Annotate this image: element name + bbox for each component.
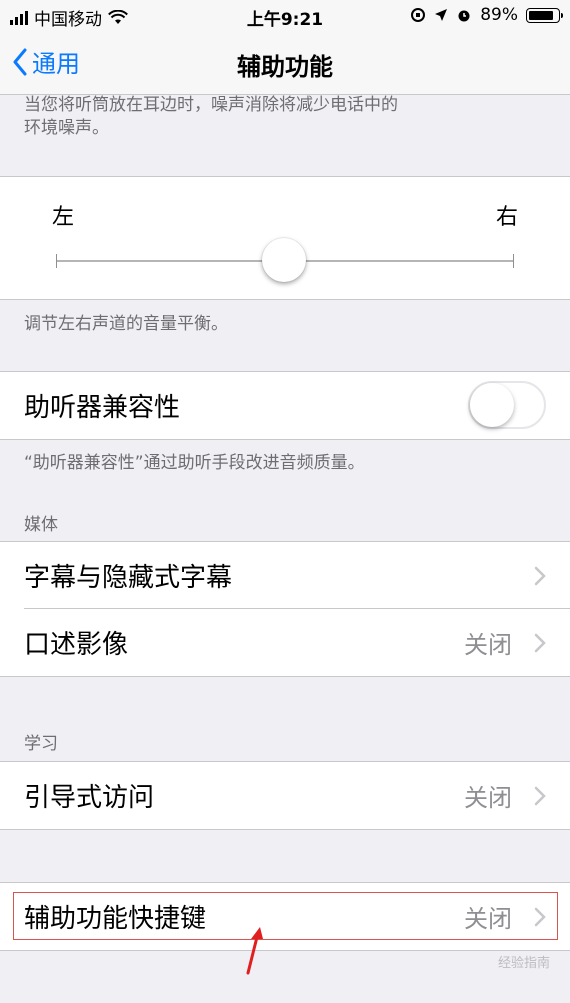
chevron-right-icon xyxy=(534,786,546,806)
battery-icon xyxy=(526,7,563,23)
learning-section-header: 学习 xyxy=(24,734,58,754)
balance-footer: 调节左右声道的音量平衡。 xyxy=(24,314,228,334)
toggle-knob xyxy=(470,383,514,427)
location-icon xyxy=(435,9,448,21)
audio-balance-card: 左 右 xyxy=(0,176,570,300)
noise-footer-line1: 当您将听筒放在耳边时，噪声消除将减少电话中的 xyxy=(24,95,398,115)
watermark: 经验指南 xyxy=(497,956,550,971)
media-section-header: 媒体 xyxy=(24,515,58,535)
accessibility-shortcut-label: 辅助功能快捷键 xyxy=(24,904,207,934)
list-item-subtitles[interactable]: 字幕与隐藏式字幕 xyxy=(0,542,570,609)
hearing-aid-row: 助听器兼容性 xyxy=(0,372,570,439)
balance-right-label: 右 xyxy=(495,205,518,230)
battery-percent: 89% xyxy=(480,5,518,25)
hearing-aid-label: 助听器兼容性 xyxy=(24,393,181,423)
red-arrow-icon xyxy=(246,927,263,975)
hearing-aid-toggle[interactable] xyxy=(468,381,546,429)
chevron-right-icon xyxy=(534,566,546,586)
list-item-accessibility-shortcut[interactable]: 辅助功能快捷键 关闭 xyxy=(0,883,570,950)
audio-descriptions-value: 关闭 xyxy=(464,631,512,659)
audio-descriptions-label: 口述影像 xyxy=(24,630,129,660)
balance-slider-thumb[interactable] xyxy=(262,238,306,282)
balance-left-tick xyxy=(56,254,57,268)
balance-left-label: 左 xyxy=(52,205,75,230)
orientation-lock-icon xyxy=(411,8,426,22)
guided-access-label: 引导式访问 xyxy=(24,783,155,813)
chevron-right-icon xyxy=(534,907,546,927)
learning-card: 引导式访问 关闭 xyxy=(0,761,570,830)
alarm-icon xyxy=(458,10,470,22)
navigation-bar: 通用 辅助功能 xyxy=(0,32,570,95)
guided-access-value: 关闭 xyxy=(464,784,512,812)
status-right: 89% xyxy=(410,5,563,25)
hearing-aid-card: 助听器兼容性 xyxy=(0,371,570,440)
shortcut-card: 辅助功能快捷键 关闭 xyxy=(0,882,570,951)
list-item-audio-descriptions[interactable]: 口述影像 关闭 xyxy=(0,609,570,676)
page-title: 辅助功能 xyxy=(237,53,333,81)
list-item-guided-access[interactable]: 引导式访问 关闭 xyxy=(0,762,570,829)
noise-cancellation-footer: 当您将听筒放在耳边时，噪声消除将减少电话中的 环境噪声。 xyxy=(24,94,398,140)
status-bar: 中国移动 上午9:21 89% xyxy=(0,0,570,32)
accessibility-shortcut-value: 关闭 xyxy=(464,905,512,933)
noise-footer-line2: 环境噪声。 xyxy=(24,118,109,138)
subtitles-label: 字幕与隐藏式字幕 xyxy=(24,563,233,593)
hearing-aid-footer: “助听器兼容性”通过助听手段改进音频质量。 xyxy=(24,453,365,473)
media-card: 字幕与隐藏式字幕 口述影像 关闭 xyxy=(0,541,570,677)
chevron-right-icon xyxy=(534,633,546,653)
balance-right-tick xyxy=(513,254,514,268)
